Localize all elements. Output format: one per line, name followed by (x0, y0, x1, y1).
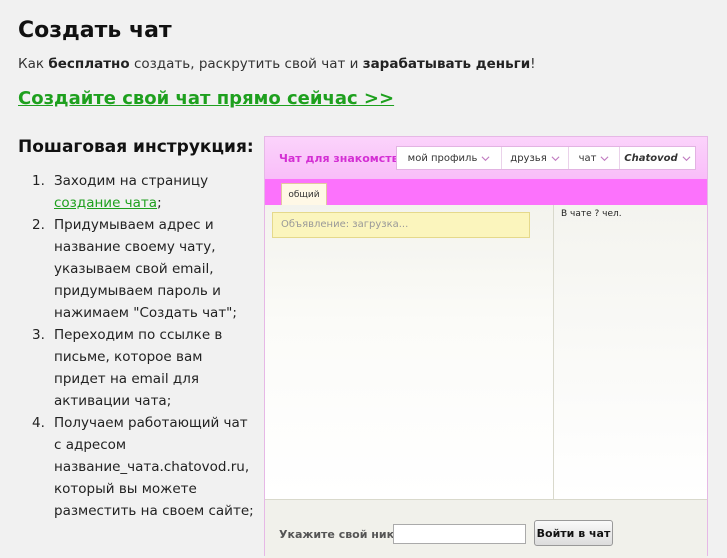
tab-general[interactable]: общий (281, 183, 327, 205)
create-chat-cta-link[interactable]: Создайте свой чат прямо сейчас >> (18, 88, 394, 109)
login-button[interactable]: Войти в чат (534, 520, 613, 546)
menu-chat[interactable]: чат (569, 147, 620, 169)
chat-header: Чат для знакомств мой профиль друзья чат… (265, 137, 707, 179)
create-chat-page-link[interactable]: создание чата (54, 195, 157, 211)
chat-tab-bar: общий (265, 179, 707, 205)
chevron-down-icon (481, 155, 490, 161)
menu-my-profile[interactable]: мой профиль (397, 147, 502, 169)
chat-name[interactable]: Чат для знакомств (279, 152, 399, 165)
chevron-down-icon (551, 155, 560, 161)
page-title: Создать чат (18, 18, 172, 43)
menu-friends[interactable]: друзья (502, 147, 569, 169)
step-item: 3. Переходим по ссылке в письме, которое… (32, 327, 223, 409)
intro-text: Как бесплатно создать, раскрутить свой ч… (18, 56, 536, 72)
chevron-down-icon (682, 155, 691, 161)
nick-label: Укажите свой ник: (279, 528, 399, 541)
step-item: 2. Придумываем адрес и название своему ч… (32, 217, 237, 321)
steps-list: 1. Заходим на страницу создание чата; 2.… (18, 170, 258, 522)
users-list[interactable]: В чате ? чел. (554, 205, 707, 499)
messages-area[interactable]: Объявление: загрузка... (265, 205, 554, 499)
chat-menu: мой профиль друзья чат Chatovod (396, 146, 696, 170)
step-item: 4. Получаем работающий чат с адресом наз… (32, 415, 254, 519)
users-count: В чате ? чел. (561, 209, 622, 219)
chevron-down-icon (600, 155, 609, 161)
steps-title: Пошаговая инструкция: (18, 137, 254, 157)
menu-chatovod[interactable]: Chatovod (620, 147, 695, 169)
step-item: 1. Заходим на страницу создание чата; (32, 173, 209, 211)
chat-widget: Чат для знакомств мой профиль друзья чат… (264, 136, 708, 558)
login-bar: Укажите свой ник: Войти в чат (265, 499, 707, 558)
chatovod-logo: Chatovod (624, 152, 678, 164)
nick-input[interactable] (393, 524, 526, 544)
announcement: Объявление: загрузка... (272, 212, 530, 238)
